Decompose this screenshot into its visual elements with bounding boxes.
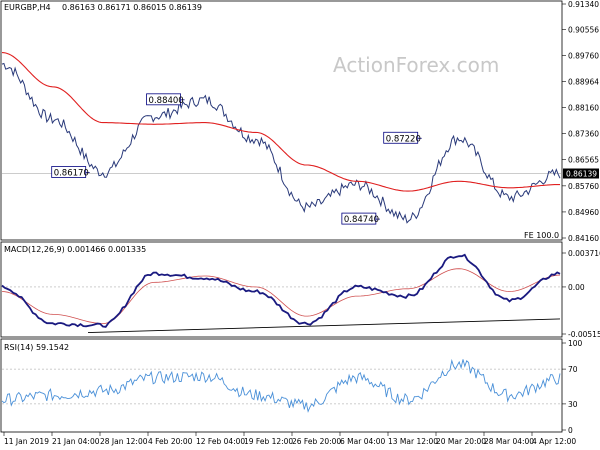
time-tick-label: 4 Apr 12:00 [532,437,576,446]
time-tick-label: 21 Jan 04:00 [52,437,100,446]
time-tick-label: 26 Feb 20:00 [292,437,341,446]
price-tick-label: 0.91340 [568,0,599,9]
macd-signal-line [1,268,561,324]
time-tick-label: 4 Feb 20:00 [148,437,193,446]
macd-tick-label: 0.00 [568,283,585,292]
macd-series [1,253,561,334]
time-tick-label: 19 Feb 12:00 [244,437,293,446]
rsi-tick-label: 0 [568,426,573,435]
price-tick-label: 0.88160 [568,104,599,113]
price-annotations: 0.88400 0.86170 0.87220 0.84740 [51,93,422,225]
time-tick-label: 12 Feb 04:00 [196,437,245,446]
annot-084740-text: 0.84740 [344,215,379,225]
price-tick-label: 0.86565 [568,156,599,165]
macd-tick-label: -0.005152 [568,330,600,339]
ohlc-label: 0.86163 0.86171 0.86015 0.86139 [62,3,202,12]
time-tick-label: 28 Mar 04:00 [484,437,534,446]
price-panel-frame [0,0,563,241]
price-tick-label: 0.87360 [568,130,599,139]
time-axis: 11 Jan 2019 21 Jan 04:00 28 Jan 12:00 4 Feb… [3,432,576,446]
time-tick-label: 11 Jan 2019 [4,437,49,446]
watermark: ActionForex.com [333,53,499,77]
chart-root: ActionForex.com EURGBP,H4 0.86163 0.8617… [0,0,600,450]
price-tick-label: 0.90556 [568,26,599,35]
macd-line [1,253,561,328]
rsi-tick-label: 100 [568,339,583,348]
price-line [1,62,561,224]
rsi-series [1,358,561,413]
rsi-line [1,358,561,413]
rsi-axis: 100 70 30 0 [2,339,583,435]
annot-087220: 0.87220 [383,131,422,144]
annot-086170: 0.86170 [51,166,90,178]
annot-088400-text: 0.88400 [149,96,184,106]
time-tick-label: 28 Jan 12:00 [100,437,148,446]
price-tick-label: 0.89760 [568,51,599,60]
macd-trendline [87,318,561,334]
macd-label: MACD(12,26,9) 0.001466 0.001335 [4,245,146,254]
annot-084740: 0.84740 [341,212,380,225]
price-tick-label: 0.84960 [568,208,599,217]
macd-panel-frame [0,241,563,338]
price-tick-label: 0.88964 [568,77,599,86]
annot-086170-text: 0.86170 [54,168,89,178]
rsi-tick-label: 30 [568,400,578,409]
fe-label: FE 100.0 [524,231,559,240]
symbol-label: EURGBP,H4 [4,3,51,12]
time-tick-label: 6 Mar 04:00 [340,437,386,446]
price-tick-label: 0.85760 [568,182,599,191]
price-series [1,52,561,224]
current-price-label: 0.86139 [566,170,597,179]
price-axis: 0.91340 0.90556 0.89760 0.88964 0.88160 0.873… [562,0,599,243]
price-tick-label: 0.84160 [568,234,599,243]
rsi-panel-frame [0,338,563,433]
annot-087220-text: 0.87220 [386,134,421,144]
chart-canvas: ActionForex.com EURGBP,H4 0.86163 0.8617… [0,0,600,446]
macd-tick-label: 0.003716 [568,249,600,258]
annot-088400: 0.88400 [146,93,185,106]
rsi-tick-label: 70 [568,365,578,374]
time-tick-label: 20 Mar 20:00 [436,437,486,446]
rsi-label: RSI(14) 59.1542 [4,343,69,352]
time-tick-label: 13 Mar 12:00 [388,437,438,446]
